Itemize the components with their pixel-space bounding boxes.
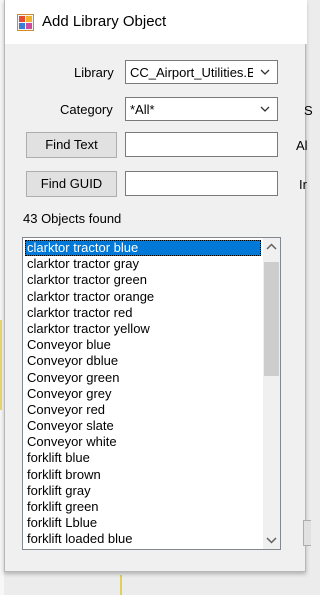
find-text-button[interactable]: Find Text	[26, 132, 117, 158]
category-label: Category	[60, 102, 113, 117]
list-item[interactable]: forklift Lblue	[25, 515, 261, 531]
window-title: Add Library Object	[42, 13, 167, 30]
chevron-down-icon	[260, 69, 270, 75]
title-bar[interactable]: Add Library Object	[5, 0, 307, 44]
background-line	[0, 320, 2, 410]
list-item[interactable]: forklift green	[25, 499, 261, 515]
find-guid-input[interactable]	[125, 171, 278, 196]
list-item[interactable]: Conveyor white	[25, 434, 261, 450]
list-item[interactable]: Conveyor dblue	[25, 353, 261, 369]
list-item[interactable]: Conveyor slate	[25, 418, 261, 434]
category-value: *All*	[130, 102, 155, 117]
list-item[interactable]: clarktor tractor yellow	[25, 321, 261, 337]
cutoff-label-al: Al	[296, 138, 308, 153]
library-value: CC_Airport_Utilities.B	[130, 65, 253, 80]
list-item[interactable]: forklift gray	[25, 483, 261, 499]
library-object-icon	[17, 14, 34, 31]
cutoff-label-s: S	[304, 103, 313, 118]
list-item[interactable]: forklift loaded blue	[25, 531, 261, 547]
list-item[interactable]: clarktor tractor green	[25, 272, 261, 288]
list-item[interactable]: forklift brown	[25, 467, 261, 483]
add-library-object-dialog: Add Library Object Library CC_Airport_Ut…	[4, 0, 313, 572]
vertical-scrollbar[interactable]	[263, 238, 280, 549]
list-item[interactable]: forklift blue	[25, 450, 261, 466]
list-item[interactable]: clarktor tractor blue	[25, 240, 261, 257]
scroll-up-icon[interactable]	[263, 238, 280, 255]
library-label: Library	[74, 65, 114, 80]
chevron-down-icon	[260, 106, 270, 112]
list-item[interactable]: Conveyor grey	[25, 386, 261, 402]
objects-list[interactable]: clarktor tractor blue clarktor tractor gr…	[22, 237, 281, 550]
scroll-down-icon[interactable]	[263, 532, 280, 549]
list-item[interactable]: Conveyor blue	[25, 337, 261, 353]
list-item[interactable]: clarktor tractor gray	[25, 256, 261, 272]
cutoff-button[interactable]	[303, 520, 311, 546]
category-dropdown[interactable]: *All*	[125, 97, 278, 121]
objects-list-items: clarktor tractor blue clarktor tractor gr…	[25, 240, 261, 548]
find-guid-button[interactable]: Find GUID	[26, 171, 117, 197]
find-text-input[interactable]	[125, 132, 278, 157]
list-item[interactable]: clarktor tractor red	[25, 305, 261, 321]
cutoff-label-ir: Ir	[299, 177, 307, 192]
background-line	[120, 575, 122, 595]
list-item[interactable]: clarktor tractor orange	[25, 289, 261, 305]
library-dropdown[interactable]: CC_Airport_Utilities.B	[125, 60, 278, 84]
list-item[interactable]: Conveyor green	[25, 370, 261, 386]
objects-count: 43 Objects found	[23, 211, 122, 226]
scroll-thumb[interactable]	[264, 262, 279, 376]
list-item[interactable]: Conveyor red	[25, 402, 261, 418]
